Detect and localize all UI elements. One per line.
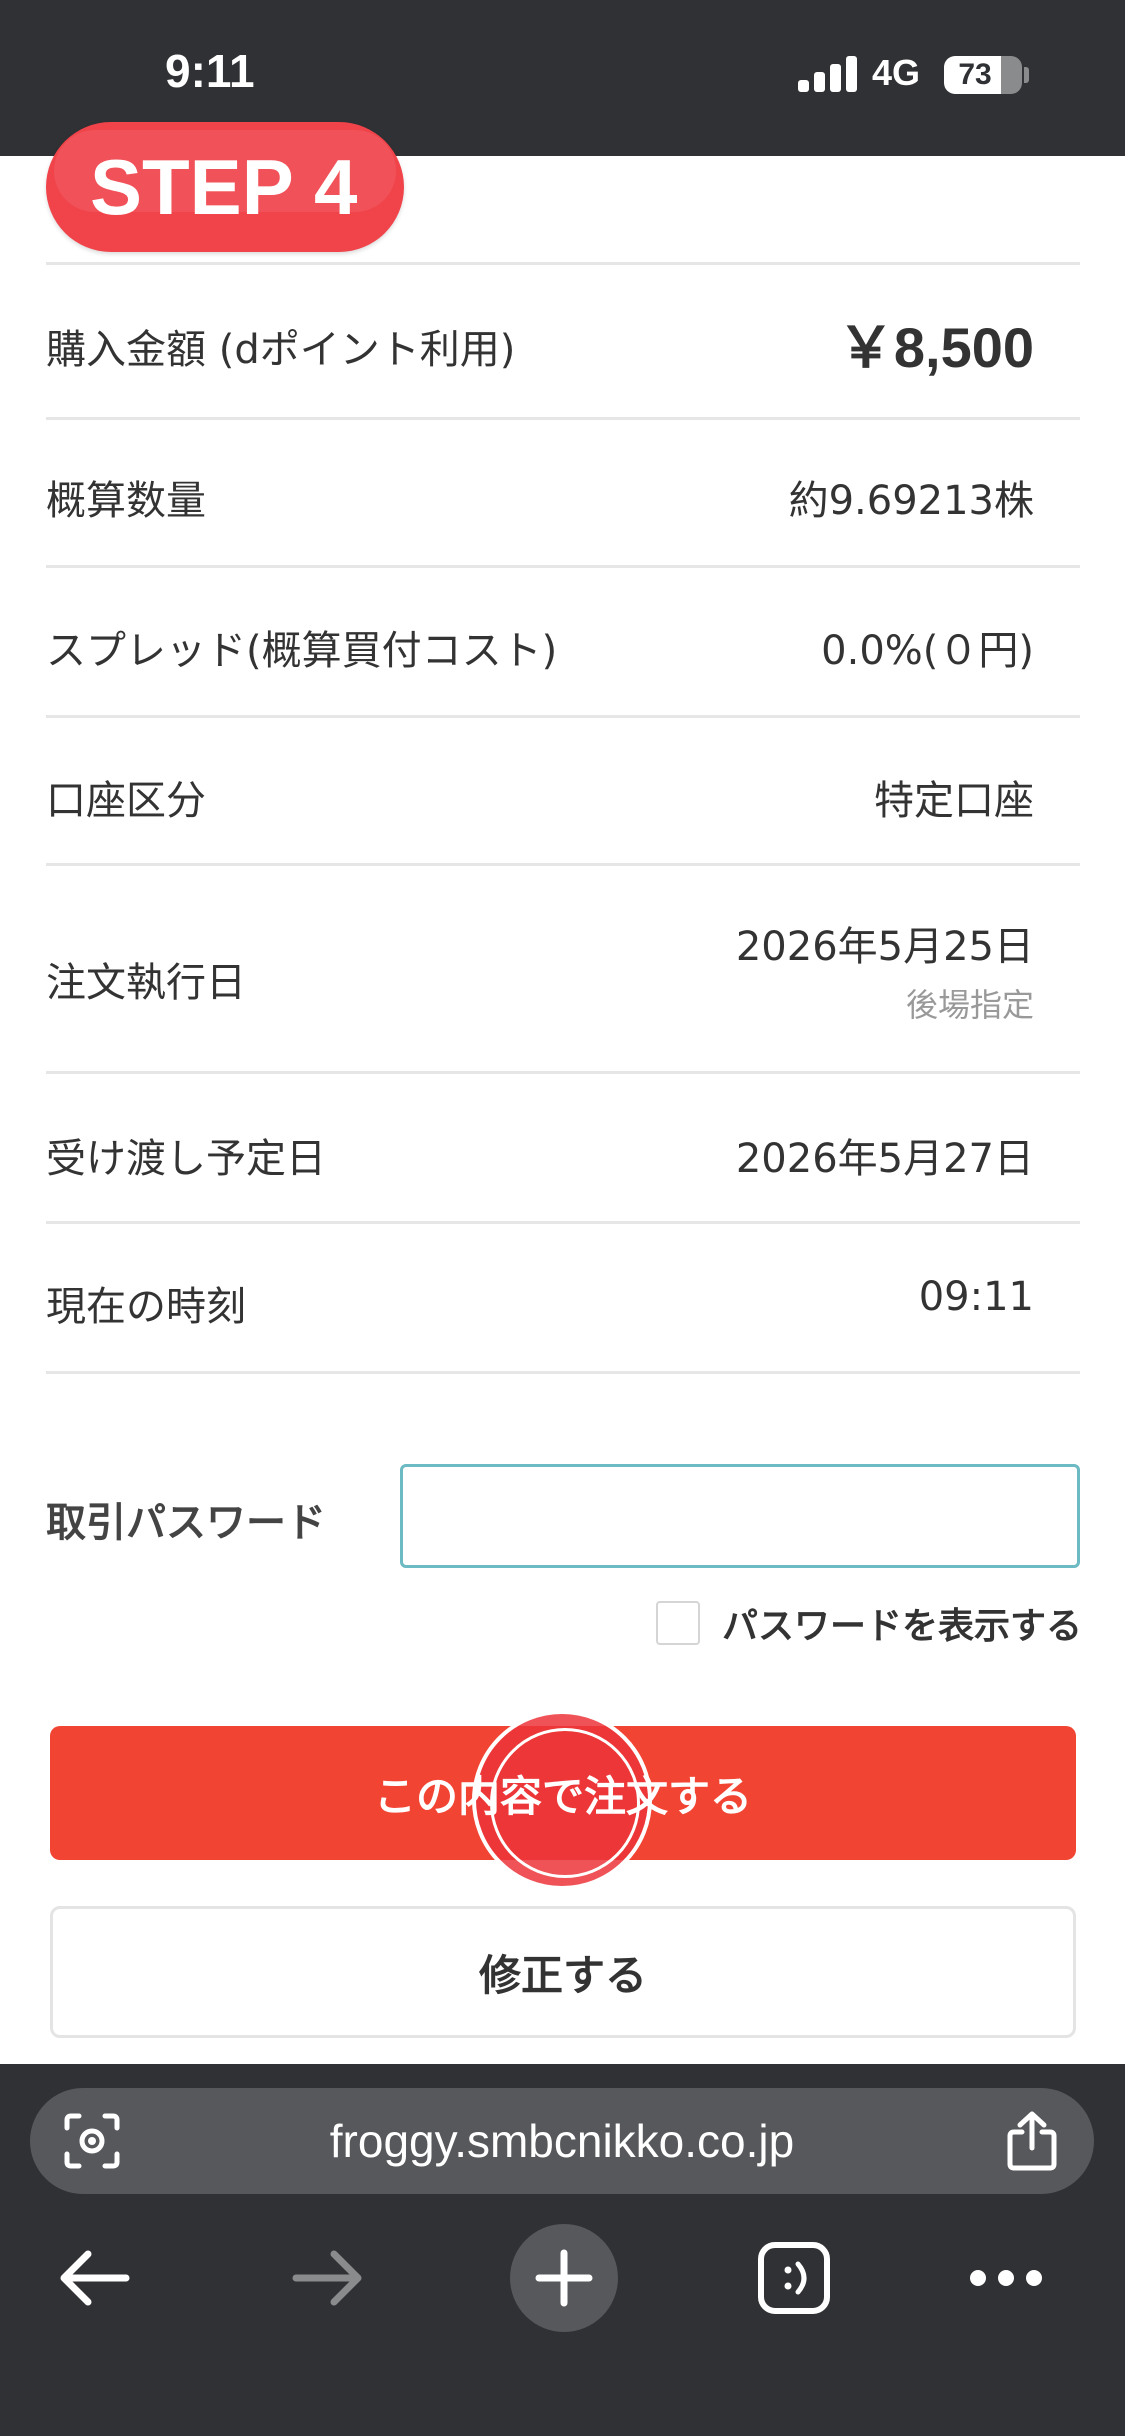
show-password-checkbox[interactable] [656, 1601, 700, 1645]
signal-icon [798, 56, 858, 92]
status-time: 9:11 [165, 45, 255, 97]
step-badge: STEP 4 [46, 122, 404, 252]
row-label: 現在の時刻 [46, 1284, 246, 1330]
forward-icon[interactable] [292, 2248, 364, 2308]
address-bar[interactable]: froggy.smbcnikko.co.jp [30, 2088, 1094, 2194]
password-input[interactable] [400, 1464, 1080, 1568]
more-icon[interactable] [966, 2262, 1046, 2294]
row-value: ￥8,500 [837, 316, 1034, 379]
row-value: 約9.69213株 [788, 478, 1034, 524]
edit-button[interactable]: 修正する [50, 1906, 1076, 2038]
row-value: 2026年5月27日 [735, 1136, 1034, 1182]
battery-percent: 73 [958, 58, 992, 91]
lens-icon[interactable] [62, 2111, 122, 2171]
row-execution-date: 注文執行日 2026年5月25日 後場指定 [46, 866, 1080, 1074]
row-purchase-amount: 購入金額 (dポイント利用) ￥8,500 [46, 265, 1080, 420]
row-value: 0.0%(０円) [821, 628, 1034, 674]
tabs-icon[interactable] [756, 2240, 832, 2316]
row-settlement-date: 受け渡し予定日 2026年5月27日 [46, 1074, 1080, 1224]
row-label: スプレッド(概算買付コスト) [46, 628, 558, 674]
battery-tip [1024, 67, 1029, 83]
row-account-type: 口座区分 特定口座 [46, 718, 1080, 866]
row-label: 注文執行日 [46, 960, 246, 1006]
network-type: 4G [872, 52, 921, 93]
row-approx-quantity: 概算数量 約9.69213株 [46, 420, 1080, 568]
row-spread: スプレッド(概算買付コスト) 0.0%(０円) [46, 568, 1080, 718]
show-password-label[interactable]: パスワードを表示する [722, 1597, 1082, 1649]
password-label: 取引パスワード [46, 1500, 326, 1546]
tap-indicator [472, 1710, 652, 1890]
row-current-time: 現在の時刻 09:11 [46, 1224, 1080, 1374]
row-value: 特定口座 [874, 778, 1034, 824]
row-label: 概算数量 [46, 478, 206, 524]
new-tab-icon[interactable] [510, 2224, 618, 2332]
row-label: 受け渡し予定日 [46, 1136, 326, 1182]
row-sub-note: 後場指定 [905, 986, 1034, 1024]
step-badge-text: STEP 4 [90, 143, 358, 231]
row-label: 口座区分 [46, 778, 206, 824]
back-icon[interactable] [58, 2248, 130, 2308]
row-value: 2026年5月25日 [735, 924, 1034, 970]
show-password-toggle[interactable]: パスワードを表示する [656, 1597, 1082, 1649]
url-text[interactable]: froggy.smbcnikko.co.jp [180, 2088, 944, 2194]
share-icon[interactable] [1002, 2108, 1062, 2174]
row-value: 09:11 [918, 1274, 1034, 1320]
battery-icon: 73 [944, 56, 1022, 94]
row-label: 購入金額 (dポイント利用) [46, 327, 516, 373]
